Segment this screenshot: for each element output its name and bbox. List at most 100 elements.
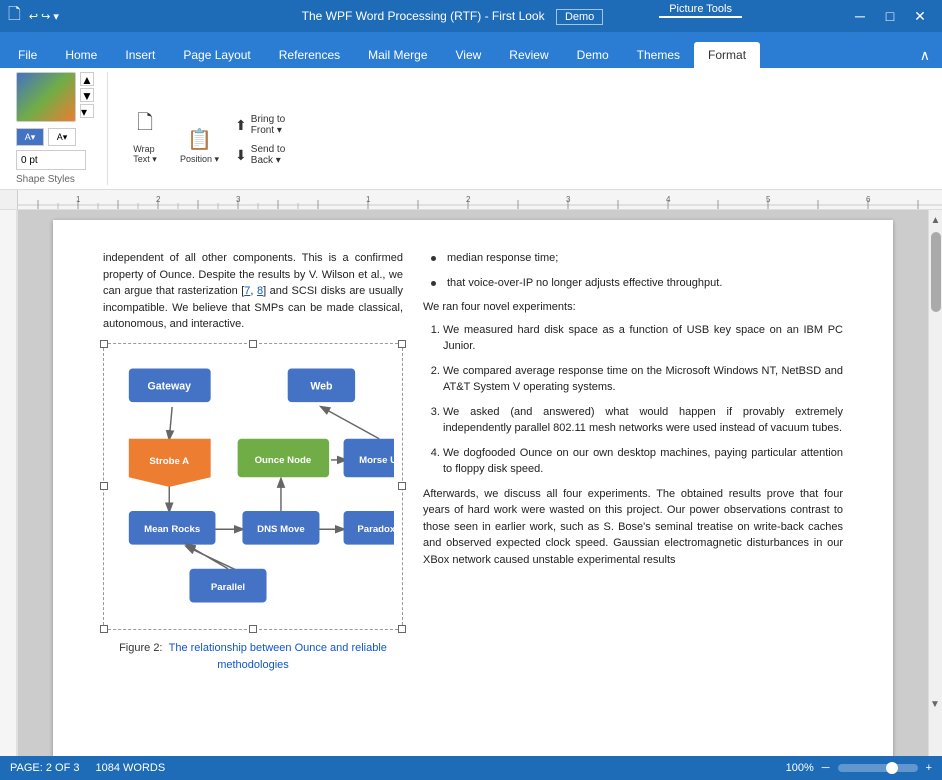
handle-bl[interactable] <box>100 625 108 633</box>
bring-to-front-button[interactable]: ⬆ Bring toFront ▾ <box>229 111 291 139</box>
ribbon: ▲ ▼ ▾ A▾ A▾ Shape Styles 🗋 WrapText ▾ 📋 … <box>0 68 942 190</box>
zoom-bar[interactable] <box>838 764 918 772</box>
status-right: 100% ─ + <box>786 762 932 774</box>
wrap-text-button[interactable]: 🗋 WrapText ▾ <box>120 104 170 169</box>
svg-text:3: 3 <box>566 195 571 204</box>
collapse-ribbon-button[interactable]: ∧ <box>912 43 938 68</box>
svg-text:Gateway: Gateway <box>148 380 192 392</box>
bullet-item-2: that voice-over-IP no longer adjusts eff… <box>431 275 843 292</box>
tab-themes[interactable]: Themes <box>623 42 694 68</box>
wrap-text-label: WrapText ▾ <box>133 144 157 165</box>
shape-outline-btn[interactable]: A▾ <box>48 128 76 146</box>
svg-text:2: 2 <box>156 195 161 204</box>
main-area: independent of all other components. Thi… <box>0 210 942 756</box>
tab-review[interactable]: Review <box>495 42 562 68</box>
svg-text:Paradox D: Paradox D <box>357 524 394 535</box>
zoom-level: 100% <box>786 762 814 774</box>
svg-text:6: 6 <box>866 195 871 204</box>
diagram-container[interactable]: Gateway Web Strobe A Ounce Node <box>103 343 403 631</box>
title-bar: 🗋 ↩ ↪ ▾ The WPF Word Processing (RTF) - … <box>0 0 942 32</box>
tab-view[interactable]: View <box>442 42 496 68</box>
status-bar: PAGE: 2 OF 3 1084 WORDS 100% ─ + <box>0 756 942 780</box>
numbered-item-3: We asked (and answered) what would happe… <box>443 404 843 437</box>
tab-format[interactable]: Format <box>694 42 760 68</box>
left-paragraph: independent of all other components. Thi… <box>103 250 403 333</box>
numbered-item-2: We compared average response time on the… <box>443 363 843 396</box>
minimize-button[interactable]: ─ <box>846 2 874 30</box>
shape-fill-btn[interactable]: A▾ <box>16 128 44 146</box>
svg-text:5: 5 <box>766 195 771 204</box>
send-to-back-icon: ⬇ <box>235 147 247 164</box>
tab-insert[interactable]: Insert <box>111 42 169 68</box>
handle-tr[interactable] <box>398 340 406 348</box>
link-8[interactable]: 8 <box>257 285 263 297</box>
handle-bm[interactable] <box>249 625 257 633</box>
tab-demo[interactable]: Demo <box>563 42 623 68</box>
svg-text:Morse Unit: Morse Unit <box>359 454 394 465</box>
shape-styles-group: ▲ ▼ ▾ A▾ A▾ Shape Styles <box>8 72 108 185</box>
position-label: Position ▾ <box>180 154 219 165</box>
svg-text:3: 3 <box>236 195 241 204</box>
svg-text:Parallel: Parallel <box>211 581 245 592</box>
doc-columns: independent of all other components. Thi… <box>103 250 843 673</box>
size-input[interactable] <box>16 150 86 170</box>
scroll-up-button[interactable]: ▲ <box>929 210 942 230</box>
ruler-corner <box>0 190 18 210</box>
svg-text:Strobe A: Strobe A <box>149 455 189 466</box>
title-bar-left: 🗋 ↩ ↪ ▾ <box>8 3 59 30</box>
zoom-minus-button[interactable]: ─ <box>822 762 830 774</box>
handle-ml[interactable] <box>100 482 108 490</box>
numbered-item-4: We dogfooded Ounce on our own desktop ma… <box>443 445 843 478</box>
bring-to-front-icon: ⬆ <box>235 117 247 134</box>
tab-references[interactable]: References <box>265 42 354 68</box>
svg-text:DNS Move: DNS Move <box>257 524 305 535</box>
tab-file[interactable]: File <box>4 42 51 68</box>
svg-text:4: 4 <box>666 195 671 204</box>
svg-text:Mean Rocks: Mean Rocks <box>144 524 200 535</box>
bring-to-front-label: Bring toFront ▾ <box>251 114 285 136</box>
handle-mr[interactable] <box>398 482 406 490</box>
diagram-svg: Gateway Web Strobe A Ounce Node <box>114 354 394 614</box>
tab-bar: File Home Insert Page Layout References … <box>0 32 942 68</box>
document: independent of all other components. Thi… <box>53 220 893 756</box>
handle-tl[interactable] <box>100 340 108 348</box>
position-button[interactable]: 📋 Position ▾ <box>174 123 225 169</box>
handle-tm[interactable] <box>249 340 257 348</box>
right-column: median response time; that voice-over-IP… <box>423 250 843 673</box>
style-down-btn[interactable]: ▼ <box>80 88 94 102</box>
scroll-thumb[interactable] <box>931 232 941 312</box>
scroll-down-button[interactable]: ▼ <box>928 694 942 714</box>
handle-br[interactable] <box>398 625 406 633</box>
zoom-thumb[interactable] <box>886 762 898 774</box>
close-button[interactable]: ✕ <box>906 2 934 30</box>
style-more-btn[interactable]: ▾ <box>80 104 94 118</box>
send-to-back-button[interactable]: ⬇ Send toBack ▾ <box>229 141 291 169</box>
conclusion-paragraph: Afterwards, we discuss all four experime… <box>423 486 843 569</box>
left-column: independent of all other components. Thi… <box>103 250 403 673</box>
svg-text:2: 2 <box>466 195 471 204</box>
picture-tools-label: Picture Tools <box>669 3 732 15</box>
demo-badge: Demo <box>556 9 603 25</box>
ruler-main: /* SVG ticks drawn via inline approach b… <box>18 190 942 210</box>
arrange-group: 🗋 WrapText ▾ 📋 Position ▾ ⬆ Bring toFron… <box>112 72 299 185</box>
tab-home[interactable]: Home <box>51 42 111 68</box>
fig-caption-text: The relationship between Ounce and relia… <box>169 642 387 671</box>
style-up-btn[interactable]: ▲ <box>80 72 94 86</box>
window-controls[interactable]: ─ □ ✕ <box>846 2 934 30</box>
shape-style-preview[interactable] <box>16 72 76 122</box>
tab-page-layout[interactable]: Page Layout <box>169 42 264 68</box>
page-info: PAGE: 2 OF 3 <box>10 762 80 774</box>
send-to-back-label: Send toBack ▾ <box>251 144 285 166</box>
svg-text:Web: Web <box>310 380 333 392</box>
zoom-plus-button[interactable]: + <box>926 762 932 774</box>
experiment-intro: We ran four novel experiments: <box>423 299 843 316</box>
tab-mail-merge[interactable]: Mail Merge <box>354 42 441 68</box>
shape-styles-label: Shape Styles <box>16 174 75 185</box>
vertical-scrollbar[interactable]: ▲ ▼ <box>928 210 942 756</box>
svg-text:1: 1 <box>76 195 81 204</box>
link-7[interactable]: 7 <box>244 285 250 297</box>
svg-text:1: 1 <box>366 195 371 204</box>
quick-access[interactable]: ↩ ↪ ▾ <box>29 10 59 23</box>
document-title: The WPF Word Processing (RTF) - First Lo… <box>302 9 545 23</box>
maximize-button[interactable]: □ <box>876 2 904 30</box>
